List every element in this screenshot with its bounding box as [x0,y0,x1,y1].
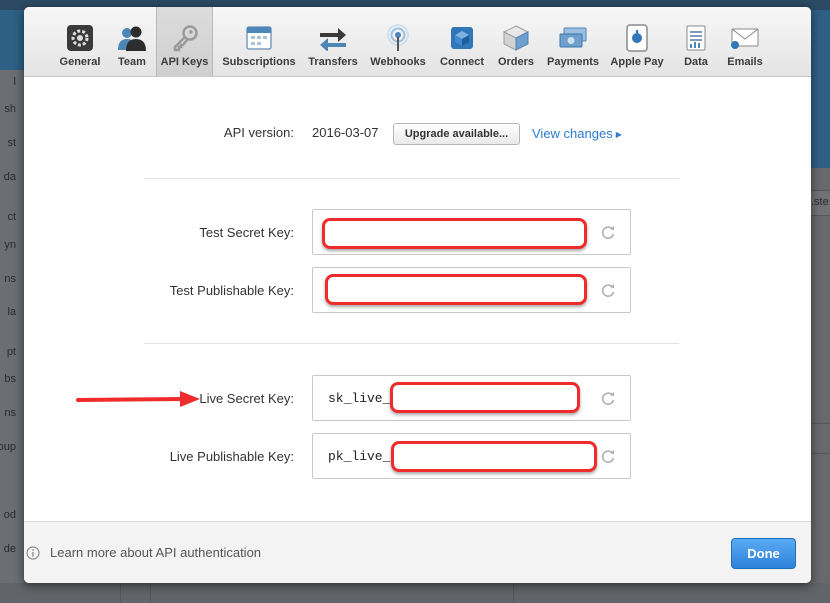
live-publishable-key-prefix: pk_live_ [328,449,391,464]
background-header [0,10,24,70]
info-icon [26,546,40,560]
tab-transfers[interactable]: Transfers [306,7,360,77]
tab-label: Subscriptions [222,56,296,68]
sidebar-fragment: la [7,306,16,318]
sidebar-fragment: ct [7,211,16,223]
tab-label: API Keys [160,56,209,68]
document-icon [681,23,711,53]
api-version-label: API version: [223,125,294,140]
tab-label: Team [118,56,146,68]
caret-right-icon: ▶ [615,130,622,139]
test-publishable-key-label: Test Publishable Key: [169,283,294,298]
background-bottom [0,583,830,603]
background-right-panel [811,168,830,603]
divider [144,178,679,179]
background-sidebar: l sh st da ct yn ns la pt bs ns oup od d… [0,70,24,603]
refresh-icon[interactable] [600,282,616,298]
tab-label: Transfers [308,56,358,68]
upgrade-button[interactable]: Upgrade available... [393,123,520,145]
tab-subscriptions[interactable]: Subscriptions [220,7,298,77]
sidebar-fragment: sh [4,103,16,115]
divider [144,343,679,344]
settings-toolbar: General Team API Keys Subscriptions Tran… [24,7,811,77]
redaction-box [391,441,597,472]
calendar-icon [244,23,274,53]
sidebar-fragment: st [7,137,16,149]
sidebar-fragment: oup [0,441,16,453]
live-publishable-key-label: Live Publishable Key: [169,449,294,464]
antenna-icon [383,23,413,53]
sidebar-fragment: pt [6,346,16,358]
box-icon [501,23,531,53]
refresh-icon[interactable] [600,448,616,464]
refresh-icon[interactable] [600,224,616,240]
annotation-arrow-icon [76,391,200,407]
key-icon [170,23,200,53]
cube-icon [447,23,477,53]
team-icon [117,23,147,53]
api-version-value: 2016-03-07 [312,125,379,140]
tab-apple-pay[interactable]: Apple Pay [608,7,666,77]
redaction-box [390,382,580,413]
envelope-icon [730,23,760,53]
learn-more-link[interactable]: Learn more about API authentication [50,545,261,560]
tab-label: Payments [547,56,599,68]
money-icon [558,23,588,53]
sidebar-fragment: od [3,509,16,521]
sidebar-fragment: ns [4,407,16,419]
view-changes-link[interactable]: View changes ▶ [532,126,622,141]
sidebar-fragment: bs [4,373,16,385]
tab-label: Connect [440,56,484,68]
tab-label: Data [684,56,708,68]
sidebar-fragment: yn [4,239,16,251]
gear-icon [65,23,95,53]
live-secret-key-prefix: sk_live_ [328,391,391,406]
tab-label: Webhooks [370,56,426,68]
tab-label: General [59,56,101,68]
tab-api-keys[interactable]: API Keys [156,7,213,77]
sidebar-fragment: da [3,171,16,183]
tab-label: Emails [727,56,763,68]
account-settings-modal: General Team API Keys Subscriptions Tran… [24,7,811,583]
sidebar-fragment: l [13,76,16,88]
tab-label: Apple Pay [610,56,664,68]
test-secret-key-label: Test Secret Key: [199,225,294,240]
background-header-right [811,10,830,168]
tab-data[interactable]: Data [679,7,713,77]
done-button[interactable]: Done [731,538,796,569]
tab-label: Orders [497,56,535,68]
tab-connect[interactable]: Connect [436,7,488,77]
sidebar-fragment: de [3,543,16,555]
tab-orders[interactable]: Orders [495,7,537,77]
tab-team[interactable]: Team [110,7,154,77]
view-changes-text: View changes [532,126,613,141]
tab-payments[interactable]: Payments [545,7,601,77]
refresh-icon[interactable] [600,390,616,406]
redaction-box [322,218,587,249]
apple-icon [622,23,652,53]
sidebar-fragment: ns [4,273,16,285]
tab-general[interactable]: General [55,7,105,77]
background-fragment: .ste [811,190,830,216]
tab-webhooks[interactable]: Webhooks [369,7,427,77]
modal-footer: Learn more about API authentication Done [24,521,811,583]
tab-emails[interactable]: Emails [723,7,767,77]
redaction-box [325,274,587,305]
transfer-arrows-icon [318,23,348,53]
